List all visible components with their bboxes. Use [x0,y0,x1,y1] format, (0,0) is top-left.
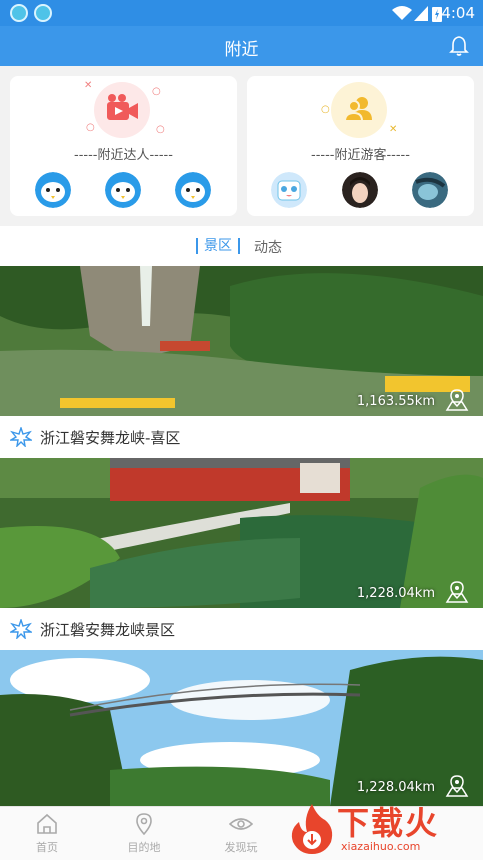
spot-image[interactable]: 1,228.04km [0,650,483,806]
map-icon[interactable] [445,388,469,412]
experts-avatar-row [10,172,237,208]
avatar[interactable] [271,172,307,208]
nav-destination[interactable]: 目的地 [114,813,174,855]
watermark-url: xiazaihuo.com [341,840,421,853]
flame-icon [291,804,333,854]
page-title: 附近 [224,40,259,60]
nav-discover-label: 发现玩 [224,841,258,854]
status-bar: 4:04 [0,0,483,26]
watermark-text: 下载火 [337,804,440,842]
app-notification-icon [10,4,28,22]
spot-distance: 1,228.04km [356,586,435,601]
nearby-visitors-card[interactable]: ○ ✕ -----附近游客----- [247,76,474,216]
bell-icon[interactable] [449,35,469,57]
nearby-visitors-label: -----附近游客----- [311,148,410,163]
decoration-x: ✕ [389,124,398,135]
users-icon [331,82,387,138]
avatar[interactable] [342,172,378,208]
decoration-x: ✕ [84,80,93,91]
maple-leaf-icon [10,427,32,447]
spot-distance: 1,163.55km [356,394,435,409]
content-tabs: 景区 动态 [0,226,483,266]
map-icon[interactable] [445,774,469,798]
decoration-circle: ○ [156,124,165,135]
nearby-experts-label: -----附近达人----- [74,148,173,163]
nearby-experts-card[interactable]: ✕ ○ ○ ○ -----附近达人----- [10,76,237,216]
avatar[interactable] [175,172,211,208]
visitors-avatar-row [247,172,474,208]
clock: 4:04 [441,4,475,22]
tab-updates[interactable]: 动态 [254,237,282,257]
spot-name: 浙江磐安舞龙峡景区 [40,621,176,639]
avatar[interactable] [412,172,448,208]
wifi-icon [392,6,412,20]
spot-title-row[interactable]: 浙江磐安舞龙峡-喜区 [0,416,483,458]
decoration-circle: ○ [321,104,330,115]
spot-name: 浙江磐安舞龙峡-喜区 [40,429,181,447]
decoration-circle: ○ [152,86,161,97]
spot-title-row[interactable]: 浙江磐安舞龙峡景区 [0,608,483,650]
home-icon [37,813,57,834]
spot-distance: 1,228.04km [356,780,435,795]
decoration-circle: ○ [86,122,95,133]
nav-home-label: 首页 [36,841,58,854]
app-notification-icon [34,4,52,22]
signal-icon [414,6,428,21]
watermark-logo: 下载火 xiazaihuo.com [285,796,483,860]
spot-image[interactable]: 1,228.04km [0,458,483,608]
eye-icon [229,818,253,830]
tab-scenic-spots[interactable]: 景区 [196,238,240,254]
map-icon[interactable] [445,580,469,604]
avatar[interactable] [35,172,71,208]
location-pin-icon [136,813,152,835]
avatar[interactable] [105,172,141,208]
nav-home[interactable]: 首页 [17,813,77,855]
video-camera-icon [94,82,150,138]
app-header: 附近 [0,26,483,66]
maple-leaf-icon [10,619,32,639]
spot-image[interactable]: 1,163.55km [0,266,483,416]
nav-destination-label: 目的地 [127,841,161,854]
nav-discover[interactable]: 发现玩 [211,813,271,855]
